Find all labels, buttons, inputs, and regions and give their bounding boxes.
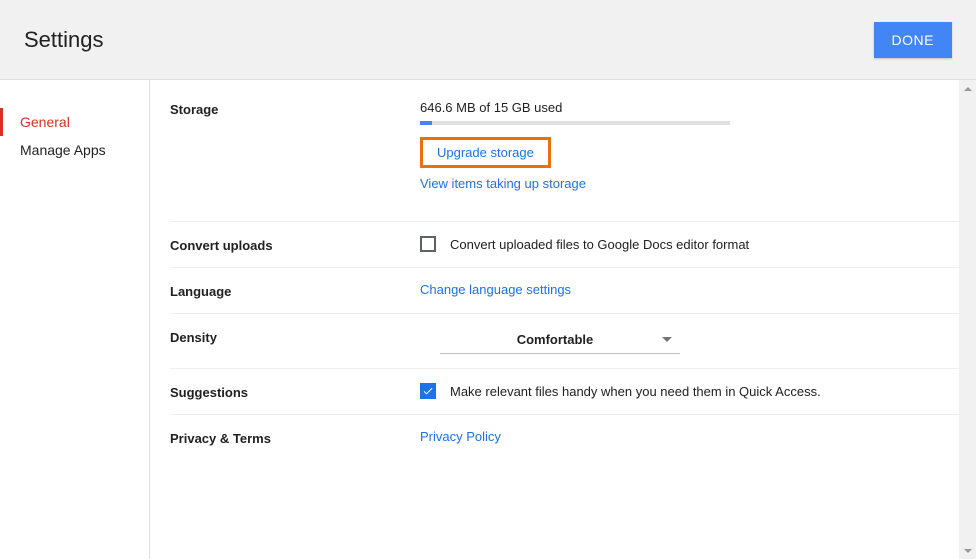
upgrade-storage-link[interactable]: Upgrade storage (437, 145, 534, 160)
convert-uploads-checkbox-label: Convert uploaded files to Google Docs ed… (450, 237, 749, 252)
density-value: Comfortable (448, 332, 662, 347)
suggestions-checkbox-label: Make relevant files handy when you need … (450, 384, 821, 399)
check-icon (422, 385, 434, 397)
scrollbar[interactable] (959, 80, 976, 559)
storage-usage-text: 646.6 MB of 15 GB used (420, 100, 966, 115)
privacy-policy-link[interactable]: Privacy Policy (420, 429, 501, 444)
body: General Manage Apps Storage 646.6 MB of … (0, 80, 976, 559)
chevron-down-icon (662, 337, 672, 342)
arrow-down-icon (964, 549, 972, 553)
section-storage: Storage 646.6 MB of 15 GB used Upgrade s… (170, 100, 966, 222)
storage-bar-fill (420, 121, 432, 125)
density-label: Density (170, 328, 420, 354)
convert-uploads-label: Convert uploads (170, 236, 420, 253)
scroll-up-button[interactable] (959, 80, 976, 97)
page-title: Settings (24, 27, 104, 53)
suggestions-label: Suggestions (170, 383, 420, 400)
section-language: Language Change language settings (170, 268, 966, 314)
convert-uploads-content: Convert uploaded files to Google Docs ed… (420, 236, 966, 253)
storage-label: Storage (170, 100, 420, 191)
view-items-link[interactable]: View items taking up storage (420, 176, 586, 191)
content: Storage 646.6 MB of 15 GB used Upgrade s… (150, 80, 976, 559)
storage-content: 646.6 MB of 15 GB used Upgrade storage V… (420, 100, 966, 191)
sidebar: General Manage Apps (0, 80, 150, 559)
scroll-down-button[interactable] (959, 542, 976, 559)
header: Settings DONE (0, 0, 976, 80)
suggestions-checkbox[interactable] (420, 383, 436, 399)
storage-bar (420, 121, 730, 125)
convert-uploads-checkbox[interactable] (420, 236, 436, 252)
language-content: Change language settings (420, 282, 966, 299)
sidebar-item-general[interactable]: General (0, 108, 149, 136)
section-convert-uploads: Convert uploads Convert uploaded files t… (170, 222, 966, 268)
sidebar-item-manage-apps[interactable]: Manage Apps (0, 136, 149, 164)
density-select[interactable]: Comfortable (440, 328, 680, 354)
section-suggestions: Suggestions Make relevant files handy wh… (170, 369, 966, 415)
upgrade-storage-highlight: Upgrade storage (420, 137, 551, 168)
privacy-content: Privacy Policy (420, 429, 966, 446)
language-label: Language (170, 282, 420, 299)
density-content: Comfortable (420, 328, 966, 354)
section-density: Density Comfortable (170, 314, 966, 369)
privacy-label: Privacy & Terms (170, 429, 420, 446)
change-language-link[interactable]: Change language settings (420, 282, 571, 297)
section-privacy: Privacy & Terms Privacy Policy (170, 415, 966, 460)
done-button[interactable]: DONE (874, 22, 952, 58)
arrow-up-icon (964, 87, 972, 91)
suggestions-content: Make relevant files handy when you need … (420, 383, 966, 400)
